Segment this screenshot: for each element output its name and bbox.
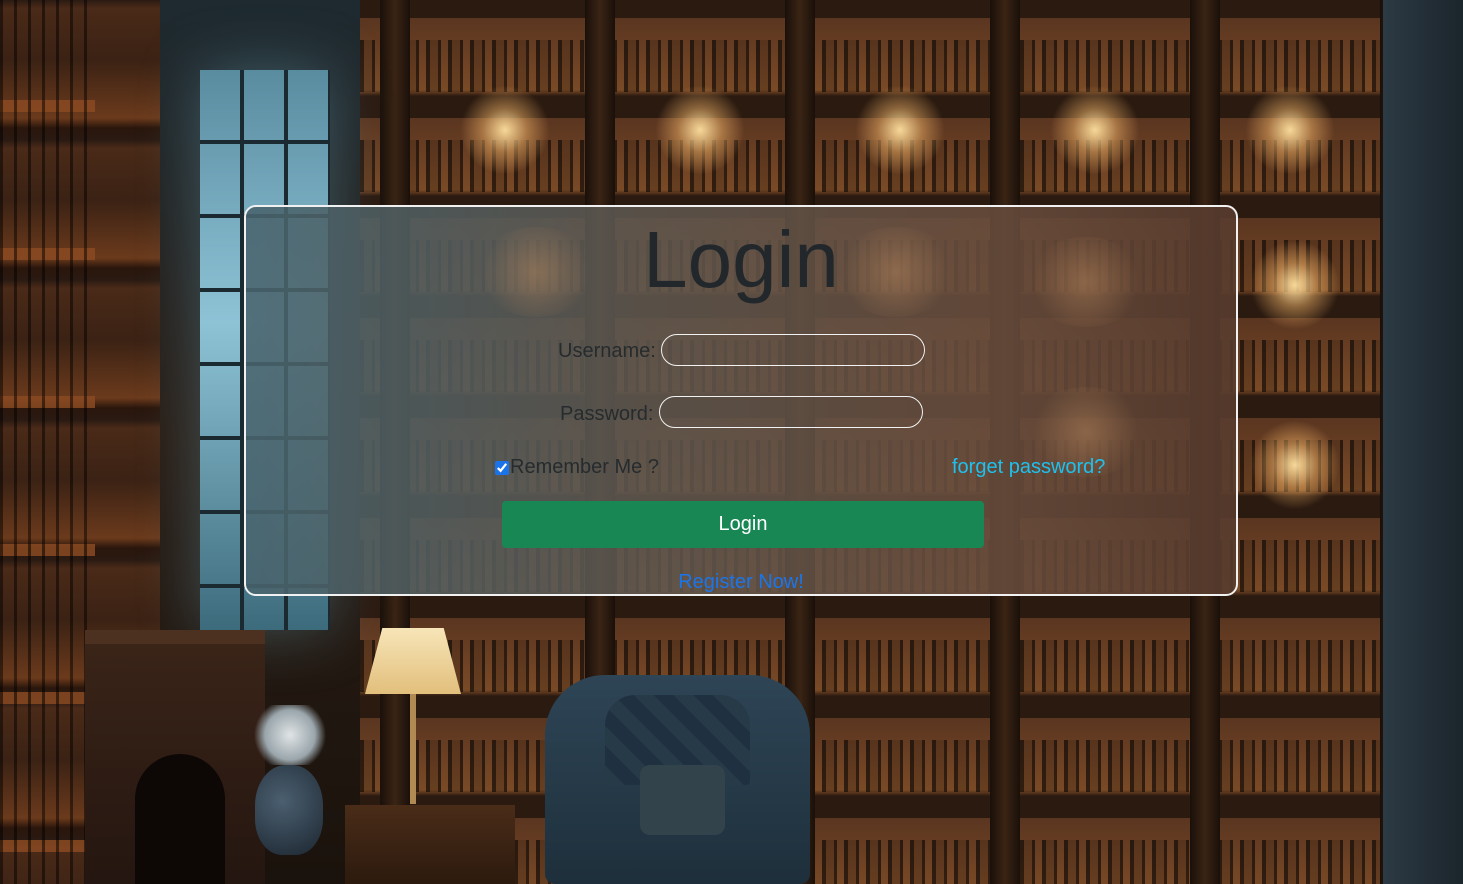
shelf-light	[1050, 85, 1140, 175]
right-wall	[1383, 0, 1463, 884]
forget-password-link[interactable]: forget password?	[952, 456, 1105, 479]
remember-me-checkbox[interactable]	[495, 460, 509, 475]
password-input[interactable]	[659, 396, 923, 428]
shelf-light	[1245, 85, 1335, 175]
username-label: Username:	[558, 340, 656, 362]
login-panel: Login Username: Password: Remember Me ? …	[244, 205, 1238, 596]
lamp-pole	[410, 694, 416, 804]
shelf-light	[855, 85, 945, 175]
fireplace	[85, 630, 265, 884]
password-label: Password:	[560, 403, 654, 425]
username-input[interactable]	[661, 334, 925, 366]
page-title: Login	[643, 215, 839, 304]
shelf-light	[655, 85, 745, 175]
page: Login Username: Password: Remember Me ? …	[0, 0, 1463, 884]
login-button[interactable]: Login	[502, 501, 984, 548]
register-link[interactable]: Register Now!	[246, 571, 1236, 594]
remember-me: Remember Me ?	[495, 456, 659, 479]
flowers	[250, 705, 330, 765]
side-table	[345, 805, 515, 884]
armchair	[545, 675, 810, 884]
remember-me-label[interactable]: Remember Me ?	[510, 456, 659, 479]
shelf-light	[1250, 240, 1340, 330]
left-bookshelf	[0, 0, 95, 884]
vase	[255, 765, 323, 855]
shelf-light	[1250, 420, 1340, 510]
shelf-light	[460, 85, 550, 175]
